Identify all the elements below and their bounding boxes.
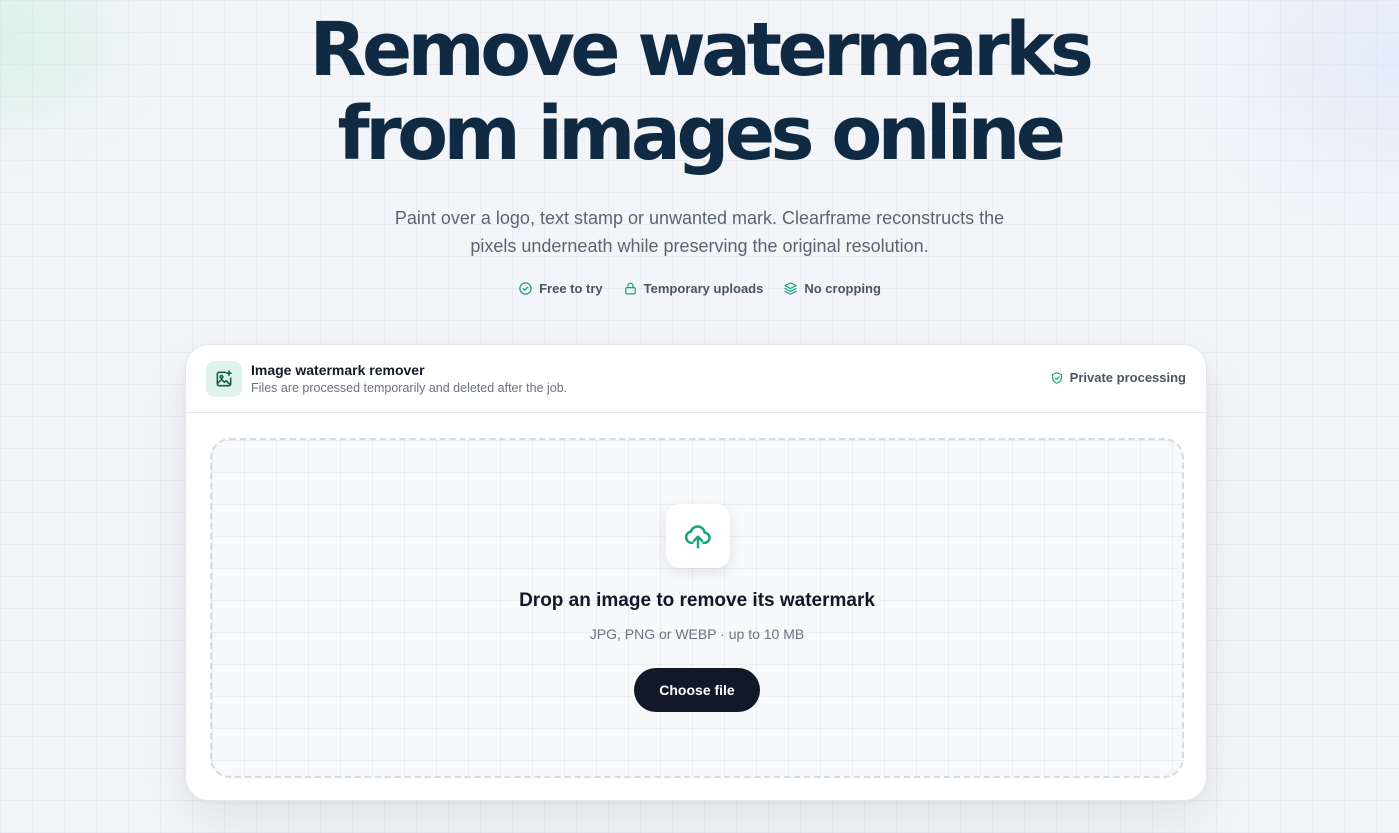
- upload-dropzone[interactable]: Drop an image to remove its watermark JP…: [210, 438, 1184, 778]
- page-title-line-2: from images online: [337, 91, 1066, 177]
- feature-no-cropping: No cropping: [783, 281, 881, 296]
- shield-check-icon: [1051, 371, 1062, 384]
- private-processing-badge: Private processing: [1050, 370, 1186, 385]
- layers-icon: [784, 282, 798, 295]
- upload-icon-tile: [666, 504, 730, 568]
- app-icon: [206, 361, 242, 397]
- page-title-line-1: Remove watermarks: [309, 7, 1094, 93]
- private-processing-label: Private processing: [1069, 370, 1186, 385]
- lock-icon: [624, 282, 636, 295]
- cloud-upload-icon: [684, 525, 711, 549]
- hero-subtitle: Paint over a logo, text stamp or unwante…: [350, 204, 1049, 260]
- image-plus-icon: [216, 370, 232, 387]
- card-subtitle: Files are processed temporarily and dele…: [251, 381, 568, 395]
- dropzone-title: Drop an image to remove its watermark: [519, 590, 875, 611]
- dropzone-hint: JPG, PNG or WEBP · up to 10 MB: [589, 626, 805, 642]
- choose-file-button[interactable]: Choose file: [634, 668, 760, 712]
- watermark-remover-card: Image watermark remover Files are proces…: [185, 344, 1207, 801]
- feature-label: Temporary uploads: [643, 281, 764, 296]
- feature-free-to-try: Free to try: [518, 281, 603, 296]
- hero-subtitle-line-2: pixels underneath while preserving the o…: [470, 236, 929, 256]
- page-title: Remove watermarks from images online: [0, 8, 1399, 176]
- feature-temporary-uploads: Temporary uploads: [623, 281, 764, 296]
- card-header: Image watermark remover Files are proces…: [186, 345, 1206, 413]
- feature-label: No cropping: [804, 281, 881, 296]
- check-circle-icon: [519, 282, 532, 295]
- hero-subtitle-line-1: Paint over a logo, text stamp or unwante…: [394, 208, 1005, 228]
- feature-label: Free to try: [539, 281, 603, 296]
- card-title: Image watermark remover: [251, 362, 425, 378]
- feature-list: Free to try Temporary uploads No croppin…: [0, 281, 1399, 296]
